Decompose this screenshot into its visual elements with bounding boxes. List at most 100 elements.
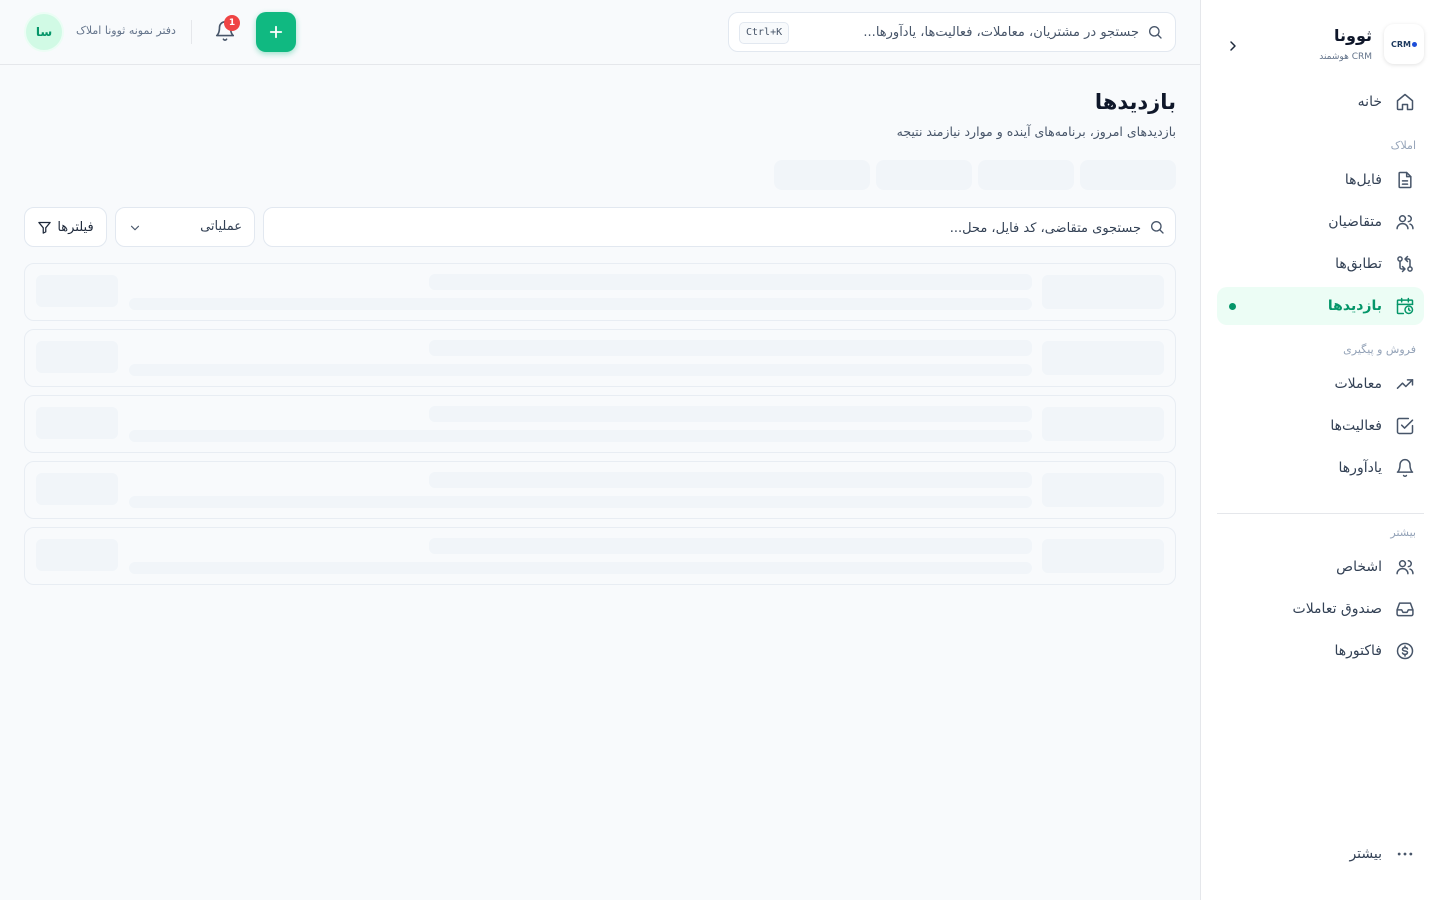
list-item-skeleton (24, 329, 1176, 387)
sidebar-item-invoices[interactable]: فاکتورها (1217, 632, 1424, 670)
page-title: بازدیدها (1094, 90, 1176, 114)
sidebar-item-label: صندوق تعاملات (1292, 601, 1382, 617)
org-name[interactable]: دفتر نمونه ثوونا املاک (76, 24, 176, 37)
brand-subtitle: CRM هوشمند (1319, 52, 1372, 62)
sidebar-item-applicants[interactable]: متقاضیان (1217, 203, 1424, 241)
sidebar-item-label: خانه (1357, 94, 1382, 110)
filters-label: فیلترها (57, 219, 94, 235)
topbar-divider (191, 20, 192, 44)
skeleton-bar (1042, 341, 1164, 375)
skeleton-bar (36, 275, 118, 307)
sidebar-item-home[interactable]: خانه (1217, 83, 1424, 121)
home-icon (1394, 91, 1416, 113)
view-mode-value: عملیاتی (200, 219, 242, 234)
filter-icon (38, 221, 52, 234)
topbar: جستجو در مشتریان، معاملات، فعالیت‌ها، یا… (0, 0, 1200, 65)
sidebar-collapse-button[interactable] (1221, 34, 1245, 58)
users-icon (1394, 556, 1416, 578)
notifications-button[interactable]: 1 (212, 15, 240, 44)
shortcut-hint: Ctrl+K (739, 22, 790, 44)
sidebar-item-people[interactable]: اشخاص (1217, 548, 1424, 586)
brand: CRM ثوونا CRM هوشمند (1217, 22, 1424, 70)
skeleton-bar (1042, 275, 1164, 309)
section-label-sales: فروش و پیگیری (1343, 343, 1416, 356)
skeleton-bar (36, 341, 118, 373)
more-horizontal-icon (1394, 843, 1416, 865)
chevron-down-icon (128, 220, 142, 239)
sidebar-item-more[interactable]: بیشتر (1217, 835, 1424, 873)
skeleton-bar (36, 407, 118, 439)
sidebar-divider (1217, 513, 1424, 514)
skeleton-bar (1042, 539, 1164, 573)
global-search-placeholder: جستجو در مشتریان، معاملات، فعالیت‌ها، یا… (863, 25, 1139, 40)
skeleton-bar (1042, 473, 1164, 507)
skeleton-bar (36, 539, 118, 571)
visits-search-field[interactable] (263, 207, 1176, 247)
section-label-properties: املاک (1390, 139, 1416, 152)
trending-up-icon (1394, 373, 1416, 395)
view-mode-select[interactable]: عملیاتی (115, 207, 255, 247)
search-icon (1147, 24, 1163, 44)
sidebar-item-label: تطابق‌ها (1335, 256, 1382, 272)
sidebar-item-label: یادآورها (1338, 460, 1382, 476)
chevron-right-icon (1230, 41, 1236, 51)
sidebar-item-matches[interactable]: تطابق‌ها (1217, 245, 1424, 283)
notification-badge: 1 (224, 15, 240, 31)
sidebar-item-label: فعالیت‌ها (1330, 418, 1382, 434)
skeleton-bar (429, 340, 1032, 356)
global-search-input[interactable]: جستجو در مشتریان، معاملات، فعالیت‌ها، یا… (728, 12, 1176, 52)
sidebar-item-deals[interactable]: معاملات (1217, 365, 1424, 403)
sidebar-item-label: بازدیدها (1327, 298, 1382, 314)
list-item-skeleton (24, 395, 1176, 453)
skeleton-bar (129, 562, 1032, 574)
sidebar-item-activities[interactable]: فعالیت‌ها (1217, 407, 1424, 445)
skeleton-bar (129, 430, 1032, 442)
tab-skeleton (978, 160, 1074, 190)
list-item-skeleton (24, 527, 1176, 585)
skeleton-bar (36, 473, 118, 505)
active-indicator (1229, 303, 1236, 310)
sidebar-item-label: متقاضیان (1328, 214, 1382, 230)
brand-name: ثوونا (1334, 26, 1372, 45)
crm-logo-icon[interactable]: CRM (1384, 24, 1424, 64)
add-new-button[interactable] (256, 12, 296, 52)
visits-search-input[interactable] (301, 217, 1141, 239)
skeleton-bar (129, 496, 1032, 508)
skeleton-bar (1042, 407, 1164, 441)
page-subtitle: بازدیدهای امروز، برنامه‌های آینده و موار… (896, 124, 1176, 139)
skeleton-bar (129, 298, 1032, 310)
skeleton-bar (429, 274, 1032, 290)
sidebar-item-label: اشخاص (1336, 559, 1382, 575)
git-compare-icon (1394, 253, 1416, 275)
tab-skeleton (876, 160, 972, 190)
sidebar-item-label: فاکتورها (1334, 643, 1383, 659)
list-item-skeleton (24, 461, 1176, 519)
list-item-skeleton (24, 263, 1176, 321)
tab-skeleton (774, 160, 870, 190)
tab-skeleton (1080, 160, 1176, 190)
sidebar-item-visits[interactable]: بازدیدها (1217, 287, 1424, 325)
dollar-circle-icon (1394, 640, 1416, 662)
section-label-more: بیشتر (1390, 526, 1416, 539)
plus-icon (269, 25, 283, 39)
users-icon (1394, 211, 1416, 233)
sidebar-item-cashbox[interactable]: صندوق تعاملات (1217, 590, 1424, 628)
file-icon (1394, 169, 1416, 191)
sidebar-item-reminders[interactable]: یادآورها (1217, 449, 1424, 487)
skeleton-bar (429, 406, 1032, 422)
inbox-icon (1394, 598, 1416, 620)
search-icon (1149, 219, 1165, 239)
sidebar-item-label: فایل‌ها (1344, 172, 1382, 188)
filters-button[interactable]: فیلترها (24, 207, 107, 247)
bell-icon (1394, 457, 1416, 479)
avatar[interactable]: سا (24, 12, 64, 52)
logo-text: CRM (1391, 39, 1411, 49)
skeleton-bar (429, 472, 1032, 488)
skeleton-bar (429, 538, 1032, 554)
sidebar-item-label: معاملات (1334, 376, 1382, 392)
sidebar-item-files[interactable]: فایل‌ها (1217, 161, 1424, 199)
skeleton-bar (129, 364, 1032, 376)
calendar-clock-icon (1394, 295, 1416, 317)
sidebar-item-label: بیشتر (1349, 846, 1382, 862)
check-square-icon (1394, 415, 1416, 437)
